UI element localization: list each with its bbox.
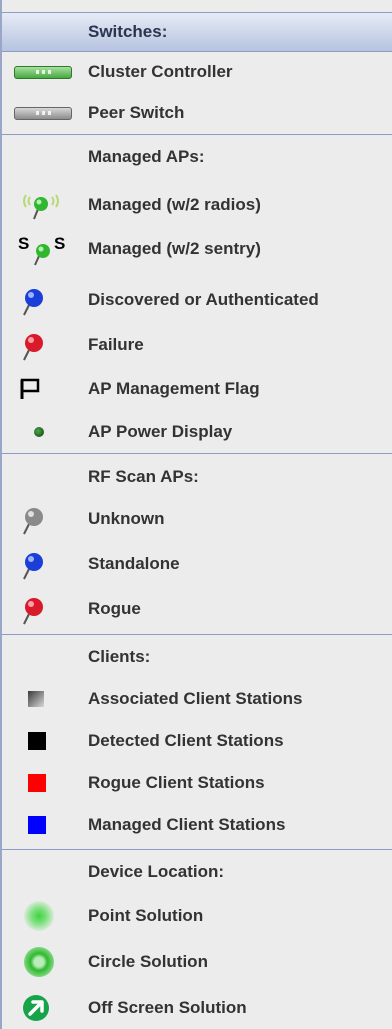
section-header-device-location: Device Location: [2, 852, 392, 892]
legend-item-label: Failure [88, 335, 144, 354]
legend-item-label: Point Solution [88, 906, 204, 925]
section-header-managed-aps: Managed APs: [2, 137, 392, 177]
section-header-rf-scan-aps: RF Scan APs: [2, 457, 392, 497]
legend-item-unknown: Unknown [2, 499, 392, 539]
black-square-icon [16, 721, 72, 761]
legend-item-ap-power-display: AP Power Display [2, 412, 392, 452]
ap-two-radios-icon [16, 185, 72, 225]
section-divider [2, 634, 392, 635]
section-header-label: Device Location: [88, 862, 225, 881]
legend-item-label: Managed Client Stations [88, 815, 286, 834]
legend-item-point-solution: Point Solution [2, 896, 392, 936]
legend-item-label: Standalone [88, 554, 180, 573]
legend-item-label: Circle Solution [88, 952, 208, 971]
legend-item-rogue-clients: Rogue Client Stations [2, 763, 392, 803]
legend-item-label: Off Screen Solution [88, 998, 247, 1017]
gray-square-icon [16, 679, 72, 719]
legend-item-standalone: Standalone [2, 544, 392, 584]
legend-item-label: Associated Client Stations [88, 689, 303, 708]
section-header-label: Switches: [88, 22, 168, 41]
sentry-letter-right: S [54, 234, 65, 253]
gray-pin-icon [16, 499, 72, 539]
blue-pin-icon [16, 544, 72, 584]
device-legend: Switches: Cluster Controller Peer Switch… [0, 0, 392, 1029]
legend-item-cluster-controller: Cluster Controller [2, 52, 392, 92]
power-dot-icon [16, 412, 72, 452]
legend-item-detected-clients: Detected Client Stations [2, 721, 392, 761]
legend-item-peer-switch: Peer Switch [2, 93, 392, 133]
legend-item-associated-clients: Associated Client Stations [2, 679, 392, 719]
legend-item-label: Cluster Controller [88, 62, 233, 81]
red-pin-icon [16, 325, 72, 365]
legend-item-off-screen-solution: Off Screen Solution [2, 988, 392, 1028]
legend-item-failure: Failure [2, 325, 392, 365]
legend-item-label: Discovered or Authenticated [88, 290, 319, 309]
section-header-label: Clients: [88, 647, 151, 666]
legend-item-label: Managed (w/2 radios) [88, 195, 261, 214]
legend-item-label: Peer Switch [88, 103, 185, 122]
legend-item-managed-two-sentry: S S Managed (w/2 sentry) [2, 229, 392, 269]
blue-pin-icon [16, 280, 72, 320]
section-header-clients: Clients: [2, 637, 392, 677]
legend-item-managed-clients: Managed Client Stations [2, 805, 392, 845]
section-header-label: RF Scan APs: [88, 467, 199, 486]
legend-item-discovered-authenticated: Discovered or Authenticated [2, 280, 392, 320]
legend-item-label: Unknown [88, 509, 165, 528]
legend-item-rogue: Rogue [2, 589, 392, 629]
section-header-label: Managed APs: [88, 147, 205, 166]
section-header-switches: Switches: [2, 12, 392, 52]
cluster-controller-switch-icon [14, 52, 72, 92]
blue-square-icon [16, 805, 72, 845]
section-divider [2, 134, 392, 135]
point-solution-icon [16, 896, 72, 936]
legend-item-ap-management-flag: AP Management Flag [2, 369, 392, 409]
peer-switch-icon [14, 93, 72, 133]
legend-item-label: Detected Client Stations [88, 731, 284, 750]
legend-item-managed-two-radios: Managed (w/2 radios) [2, 185, 392, 225]
legend-item-label: AP Power Display [88, 422, 233, 441]
legend-item-label: Managed (w/2 sentry) [88, 239, 261, 258]
section-divider [2, 849, 392, 850]
legend-item-label: Rogue Client Stations [88, 773, 265, 792]
legend-item-label: Rogue [88, 599, 141, 618]
ap-two-sentry-icon: S S [16, 229, 72, 269]
legend-item-label: AP Management Flag [88, 379, 260, 398]
off-screen-arrow-icon [16, 988, 72, 1028]
legend-item-circle-solution: Circle Solution [2, 942, 392, 982]
red-square-icon [16, 763, 72, 803]
section-divider [2, 453, 392, 454]
flag-icon [16, 369, 72, 409]
sentry-letter-left: S [18, 234, 29, 253]
circle-solution-icon [16, 942, 72, 982]
red-pin-icon [16, 589, 72, 629]
